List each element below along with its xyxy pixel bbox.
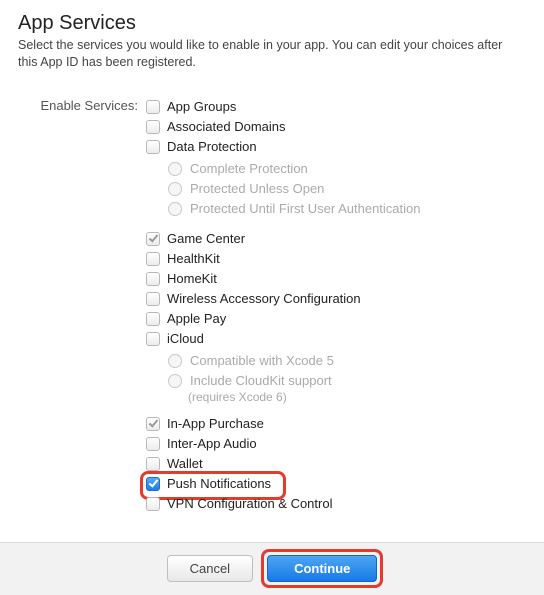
- label-wallet: Wallet: [167, 456, 203, 471]
- data-protection-options: Complete Protection Protected Unless Ope…: [146, 159, 526, 219]
- cancel-button[interactable]: Cancel: [167, 555, 253, 582]
- label-homekit: HomeKit: [167, 271, 217, 286]
- checkbox-wallet[interactable]: [146, 457, 160, 471]
- label-icloud-cloudkit: Include CloudKit support: [190, 373, 332, 388]
- label-protected-until-first-auth: Protected Until First User Authenticatio…: [190, 201, 421, 216]
- label-wireless-accessory: Wireless Accessory Configuration: [167, 291, 361, 306]
- label-icloud: iCloud: [167, 331, 204, 346]
- checkbox-data-protection[interactable]: [146, 140, 160, 154]
- page-subtitle: Select the services you would like to en…: [18, 37, 518, 71]
- radio-protected-unless-open[interactable]: [168, 182, 182, 196]
- radio-icloud-cloudkit[interactable]: [168, 374, 182, 388]
- enable-services-label: Enable Services:: [18, 97, 146, 113]
- label-associated-domains: Associated Domains: [167, 119, 286, 134]
- checkbox-vpn-configuration[interactable]: [146, 497, 160, 511]
- checkbox-push-notifications[interactable]: [146, 477, 160, 491]
- label-icloud-cloudkit-note: (requires Xcode 6): [168, 390, 526, 404]
- checkbox-wireless-accessory[interactable]: [146, 292, 160, 306]
- label-icloud-xcode5: Compatible with Xcode 5: [190, 353, 334, 368]
- checkbox-app-groups[interactable]: [146, 100, 160, 114]
- label-game-center: Game Center: [167, 231, 245, 246]
- checkbox-associated-domains[interactable]: [146, 120, 160, 134]
- checkbox-inter-app-audio[interactable]: [146, 437, 160, 451]
- page-title: App Services: [18, 12, 526, 35]
- radio-protected-until-first-auth[interactable]: [168, 202, 182, 216]
- label-inter-app-audio: Inter-App Audio: [167, 436, 257, 451]
- radio-icloud-xcode5[interactable]: [168, 354, 182, 368]
- checkbox-apple-pay[interactable]: [146, 312, 160, 326]
- label-vpn-configuration: VPN Configuration & Control: [167, 496, 332, 511]
- label-in-app-purchase: In-App Purchase: [167, 416, 264, 431]
- label-complete-protection: Complete Protection: [190, 161, 308, 176]
- checkbox-game-center[interactable]: [146, 232, 160, 246]
- icloud-options: Compatible with Xcode 5 Include CloudKit…: [146, 351, 526, 404]
- footer: Cancel Continue: [0, 542, 544, 595]
- label-data-protection: Data Protection: [167, 139, 257, 154]
- label-app-groups: App Groups: [167, 99, 236, 114]
- label-push-notifications: Push Notifications: [167, 476, 271, 491]
- label-protected-unless-open: Protected Unless Open: [190, 181, 324, 196]
- checkbox-homekit[interactable]: [146, 272, 160, 286]
- radio-complete-protection[interactable]: [168, 162, 182, 176]
- services-list: App Groups Associated Domains Data Prote…: [146, 97, 526, 514]
- checkbox-in-app-purchase[interactable]: [146, 417, 160, 431]
- continue-button[interactable]: Continue: [267, 555, 377, 582]
- label-apple-pay: Apple Pay: [167, 311, 226, 326]
- checkbox-healthkit[interactable]: [146, 252, 160, 266]
- label-healthkit: HealthKit: [167, 251, 220, 266]
- checkbox-icloud[interactable]: [146, 332, 160, 346]
